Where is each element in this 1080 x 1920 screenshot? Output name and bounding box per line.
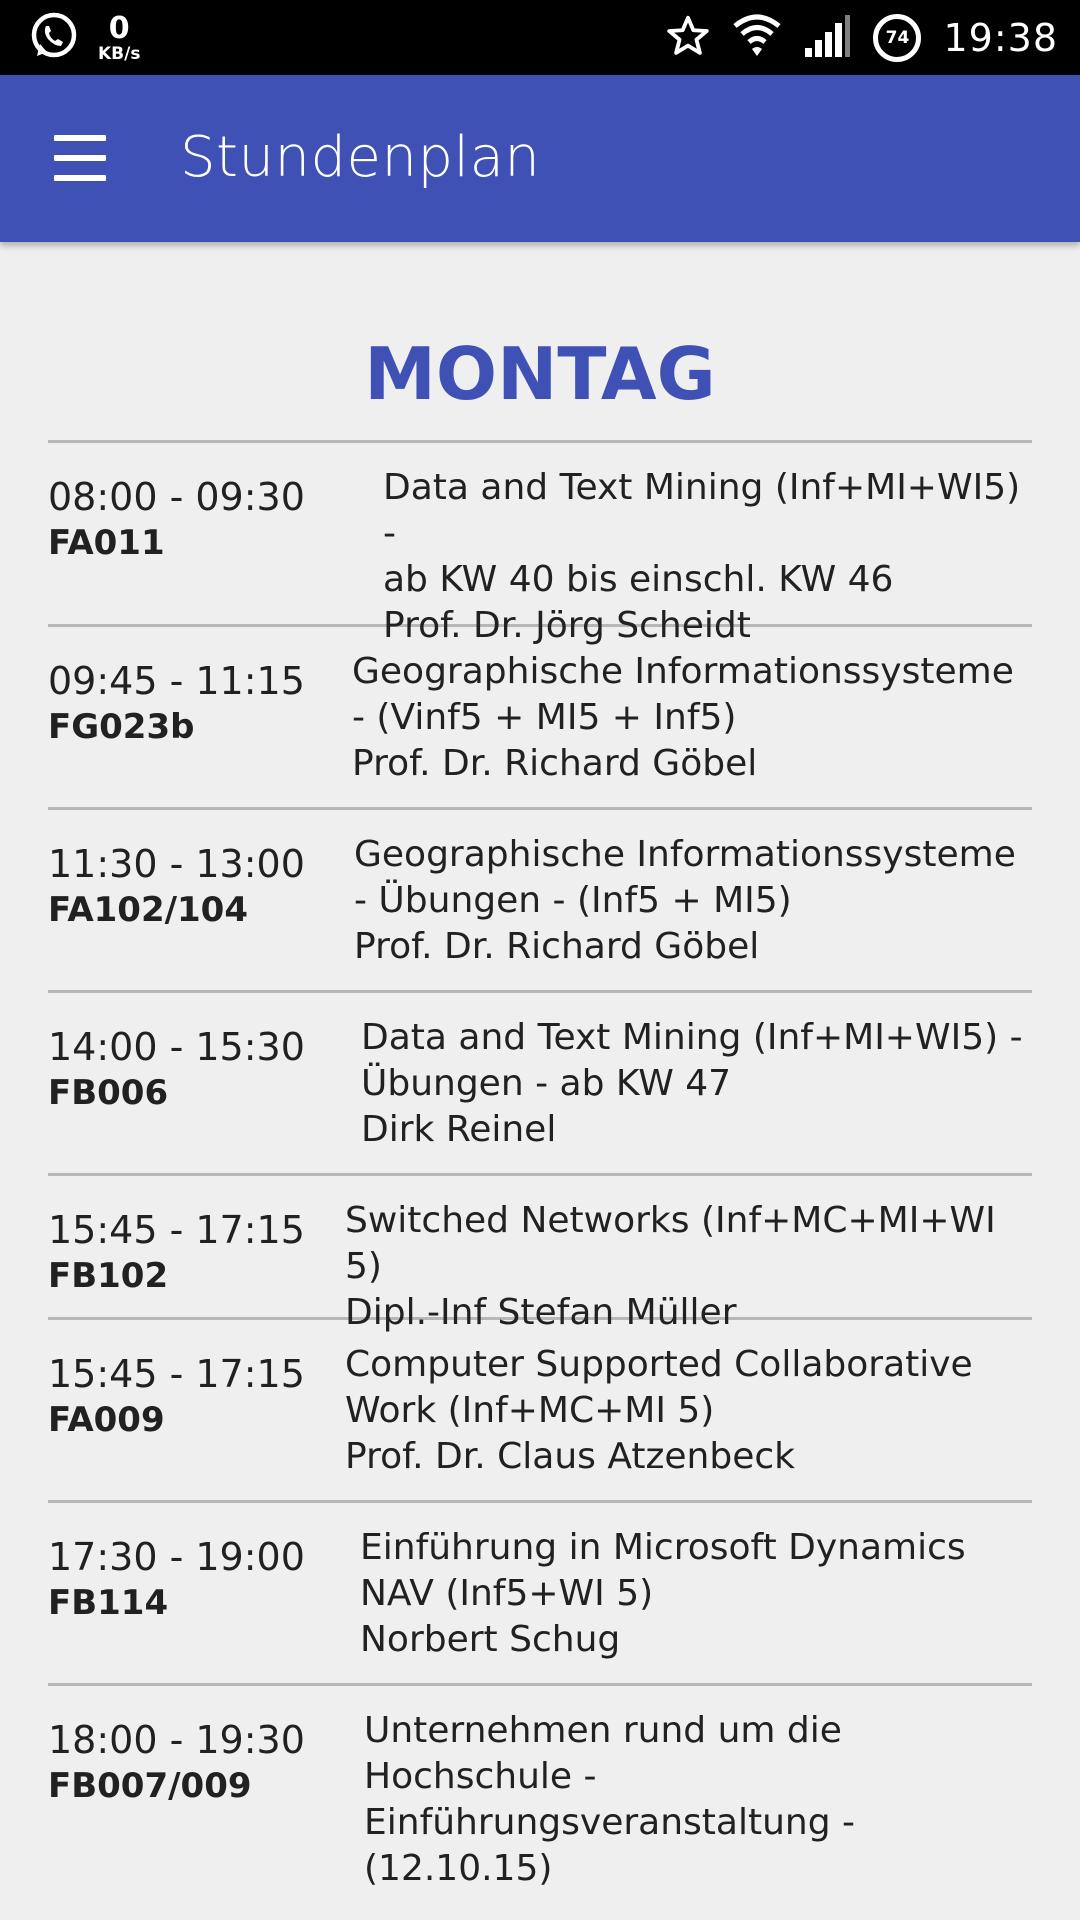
lecture-entry[interactable]: 08:00 - 09:30 FA011 Data and Text Mining… (48, 443, 1032, 646)
wifi-icon (733, 14, 782, 62)
battery-level: 74 (885, 28, 910, 48)
lecture-room: FA009 (48, 1400, 165, 1440)
lecture-room: FB102 (48, 1256, 169, 1296)
lecture-entry[interactable]: 14:00 - 15:30 FB006 Data and Text Mining… (48, 993, 1032, 1176)
hamburger-menu-icon[interactable] (48, 133, 114, 183)
lecture-entry[interactable]: 15:45 - 17:15 FA009 Computer Supported C… (48, 1320, 1032, 1503)
battery-icon: 74 (873, 14, 922, 62)
lecture-lecturer: Prof. Dr. Richard Göbel (354, 926, 760, 967)
lecture-lecturer: Prof. Dr. Richard Göbel (352, 743, 758, 784)
lecture-title-line: Einführungsveranstaltung - (12.10.15) (364, 1802, 856, 1889)
status-bar: 0 KB/s 74 19:38 (0, 0, 1080, 75)
lecture-title-line: Unternehmen rund um die (364, 1710, 842, 1751)
network-speed-value: 0 (108, 10, 130, 46)
lecture-room: FA011 (48, 523, 165, 563)
clock: 19:38 (943, 16, 1058, 60)
whatsapp-icon (28, 10, 80, 66)
lecture-title-line: Data and Text Mining (Inf+MI+WI5) - (383, 467, 1021, 554)
lecture-title-line: - (Vinf5 + MI5 + Inf5) (352, 697, 737, 738)
network-speed-unit: KB/s (98, 43, 141, 64)
lecture-lecturer: Dirk Reinel (361, 1109, 557, 1150)
app-title: Stundenplan (180, 125, 541, 190)
lecture-room: FB114 (48, 1583, 169, 1623)
lecture-time: 17:30 - 19:00 (48, 1535, 305, 1579)
lecture-title-line: ab KW 40 bis einschl. KW 46 (383, 559, 894, 600)
lecture-title-line: Übungen - ab KW 47 (361, 1063, 732, 1104)
lecture-title-line: NAV (Inf5+WI 5) (360, 1573, 654, 1614)
signal-icon (803, 14, 851, 62)
lecture-time: 14:00 - 15:30 (48, 1025, 305, 1069)
network-speed: 0 KB/s (98, 10, 141, 64)
lecture-title-line: Hochschule - (364, 1756, 597, 1797)
lecture-room: FB006 (48, 1073, 169, 1113)
lecture-entry[interactable]: 11:30 - 13:00 FA102/104 Geographische In… (48, 810, 1032, 993)
lecture-entry[interactable]: 18:00 - 19:30 FB007/009 Unternehmen rund… (48, 1686, 1032, 1889)
lecture-lecturer: Prof. Dr. Claus Atzenbeck (345, 1436, 795, 1477)
lecture-time: 15:45 - 17:15 (48, 1352, 305, 1396)
lecture-title-line: Switched Networks (Inf+MC+MI+WI 5) (345, 1200, 996, 1287)
lecture-title-line: Geographische Informationssysteme (354, 834, 1016, 875)
lecture-time: 18:00 - 19:30 (48, 1718, 305, 1762)
lecture-title-line: Computer Supported Collaborative (345, 1344, 973, 1385)
lecture-room: FB007/009 (48, 1766, 252, 1806)
star-icon (665, 13, 711, 63)
lecture-entry[interactable]: 15:45 - 17:15 FB102 Switched Networks (I… (48, 1176, 1032, 1333)
timetable: MONTAG 08:00 - 09:30 FA011 Data and Text… (48, 242, 1032, 1889)
lecture-title-line: Data and Text Mining (Inf+MI+WI5) - (361, 1017, 1023, 1058)
lecture-entry[interactable]: 09:45 - 11:15 FG023b Geographische Infor… (48, 627, 1032, 810)
lecture-time: 09:45 - 11:15 (48, 659, 305, 703)
lecture-room: FA102/104 (48, 890, 248, 930)
lecture-title-line: Einführung in Microsoft Dynamics (360, 1527, 966, 1568)
lecture-title-line: Work (Inf+MC+MI 5) (345, 1390, 715, 1431)
lecture-entry[interactable]: 17:30 - 19:00 FB114 Einführung in Micros… (48, 1503, 1032, 1686)
day-heading: MONTAG (364, 332, 716, 416)
lecture-title-line: Geographische Informationssysteme (352, 651, 1014, 692)
lecture-list: 08:00 - 09:30 FA011 Data and Text Mining… (48, 440, 1032, 1889)
lecture-time: 08:00 - 09:30 (48, 475, 305, 519)
lecture-title-line: - Übungen - (Inf5 + MI5) (354, 880, 792, 921)
app-bar: Stundenplan (0, 75, 1080, 242)
lecture-time: 11:30 - 13:00 (48, 842, 305, 886)
lecture-lecturer: Norbert Schug (360, 1619, 621, 1660)
lecture-room: FG023b (48, 707, 195, 747)
lecture-time: 15:45 - 17:15 (48, 1208, 305, 1252)
